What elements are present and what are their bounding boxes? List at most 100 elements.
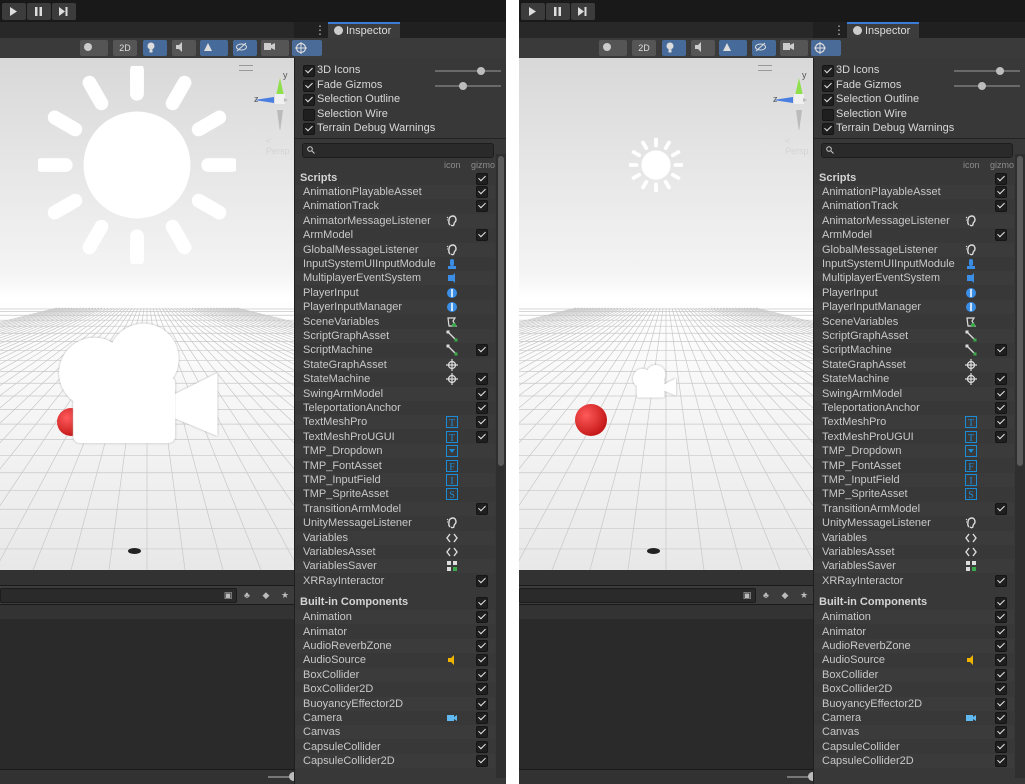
option-slider-track[interactable] [954, 84, 1020, 87]
variables-icon[interactable] [965, 316, 977, 328]
persp-label[interactable]: < Persp [785, 136, 813, 156]
script-row[interactable]: PlayerInputManager [814, 300, 1014, 315]
sun-icon[interactable] [628, 137, 684, 195]
gizmo-checkbox[interactable] [476, 402, 488, 414]
gizmo-search-input[interactable] [821, 143, 1013, 158]
gizmo-checkbox[interactable] [476, 726, 488, 739]
gizmo-checkbox[interactable] [476, 229, 488, 242]
tmp-text-icon[interactable]: T [965, 430, 977, 444]
filter-label-icon[interactable]: ♣ [241, 589, 253, 601]
graph-icon[interactable] [965, 344, 977, 356]
builtin-row[interactable]: CapsuleCollider [814, 740, 1014, 754]
builtin-row[interactable]: BoxCollider2D [295, 682, 495, 696]
script-row[interactable]: TMP_SpriteAsset S [295, 487, 495, 501]
gizmo-checkbox[interactable] [995, 625, 1007, 638]
filter-type-icon[interactable]: ▣ [222, 589, 234, 601]
option-slider-track[interactable] [435, 70, 501, 72]
shading-mode-dropdown[interactable] [80, 40, 108, 56]
script-row[interactable]: TextMeshProUGUI T [814, 430, 1014, 444]
script-row[interactable]: AnimationTrack [814, 199, 1014, 213]
gizmo-list-scrollbar[interactable] [496, 154, 506, 778]
player-input-icon[interactable] [965, 301, 977, 313]
builtin-row[interactable]: Animation [295, 610, 495, 625]
lighting-toggle[interactable] [662, 40, 686, 56]
graph-icon[interactable] [446, 344, 458, 356]
tmp-font-icon[interactable]: F [965, 459, 977, 473]
script-row[interactable]: StateGraphAsset [814, 357, 1014, 372]
gizmo-checkbox[interactable] [995, 668, 1007, 681]
script-row[interactable]: StateMachine [814, 372, 1014, 386]
gizmo-checkbox[interactable] [995, 344, 1007, 357]
effects-dropdown[interactable] [719, 40, 747, 56]
script-row[interactable]: TMP_FontAsset F [295, 459, 495, 473]
gizmo-checkbox[interactable] [476, 430, 488, 443]
builtin-row[interactable]: AudioSource [295, 653, 495, 667]
scrollbar-thumb[interactable] [1017, 156, 1023, 466]
step-button[interactable] [571, 3, 595, 20]
script-row[interactable]: AnimationPlayableAsset [295, 185, 495, 199]
script-row[interactable]: TMP_InputField I [295, 473, 495, 487]
gizmos-dropdown[interactable] [292, 40, 322, 56]
script-row[interactable]: SwingArmModel [295, 386, 495, 401]
option-checkbox[interactable] [303, 79, 315, 92]
builtin-toggle-all[interactable] [995, 597, 1007, 610]
option-slider-knob[interactable] [477, 67, 485, 75]
gizmo-checkbox[interactable] [476, 654, 488, 667]
code-icon[interactable] [965, 546, 977, 558]
camera-settings-dropdown[interactable] [261, 40, 289, 56]
gizmo-checkbox[interactable] [995, 402, 1007, 414]
ear-icon[interactable] [446, 215, 458, 227]
event-system-icon[interactable] [446, 272, 458, 284]
graph-icon[interactable] [965, 330, 977, 342]
project-search-input[interactable] [519, 588, 756, 603]
option-slider-track[interactable] [435, 84, 501, 87]
gizmo-checkbox[interactable] [476, 697, 488, 710]
gizmo-checkbox[interactable] [476, 373, 488, 386]
script-row[interactable]: TransitionArmModel [295, 501, 495, 516]
builtin-row[interactable]: Canvas [295, 725, 495, 740]
script-row[interactable]: TeleportationAnchor [814, 401, 1014, 415]
gizmo-search-input[interactable] [302, 143, 494, 158]
tab-inspector[interactable]: Inspector [847, 22, 919, 38]
gizmo-checkbox[interactable] [476, 712, 488, 724]
more-options-icon[interactable]: ⋮ [833, 23, 845, 37]
gizmo-checkbox[interactable] [476, 344, 488, 357]
script-row[interactable]: XRRayInteractor [814, 574, 1014, 588]
player-input-icon[interactable] [446, 301, 458, 313]
script-row[interactable]: VariablesAsset [814, 545, 1014, 559]
event-system-icon[interactable] [965, 272, 977, 284]
gizmo-checkbox[interactable] [995, 640, 1007, 652]
tmp-font-icon[interactable]: F [446, 459, 458, 473]
tmp-sprite-icon[interactable]: S [446, 488, 458, 501]
gizmo-list-scrollbar[interactable] [1015, 154, 1025, 778]
builtin-row[interactable]: CapsuleCollider [295, 740, 495, 754]
gizmo-checkbox[interactable] [476, 186, 488, 198]
script-row[interactable]: AnimationTrack [295, 199, 495, 213]
script-row[interactable]: PlayerInput [814, 286, 1014, 300]
builtin-row[interactable]: Canvas [814, 725, 1014, 740]
scripts-toggle-all[interactable] [995, 173, 1007, 185]
script-row[interactable]: TMP_Dropdown [814, 444, 1014, 459]
tmp-dropdown-icon[interactable] [446, 445, 458, 458]
gizmo-checkbox[interactable] [995, 654, 1007, 667]
speaker-icon[interactable] [965, 654, 977, 666]
script-row[interactable]: GlobalMessageListener [295, 242, 495, 257]
builtin-row[interactable]: CapsuleCollider2D [295, 754, 495, 769]
script-row[interactable]: VariablesAsset [295, 545, 495, 559]
state-icon[interactable] [446, 358, 458, 371]
tag-icon[interactable]: ◆ [260, 589, 272, 601]
script-row[interactable]: TextMeshProUGUI T [295, 430, 495, 444]
builtin-row[interactable]: Camera [814, 711, 1014, 725]
state-icon[interactable] [965, 373, 977, 386]
scripts-toggle-all[interactable] [476, 173, 488, 185]
gizmo-checkbox[interactable] [476, 574, 488, 587]
script-row[interactable]: Variables [295, 530, 495, 545]
step-button[interactable] [52, 3, 76, 20]
builtin-row[interactable]: AudioReverbZone [814, 639, 1014, 653]
ear-icon[interactable] [965, 215, 977, 227]
gizmo-checkbox[interactable] [476, 200, 488, 213]
gizmo-checkbox[interactable] [995, 430, 1007, 443]
tmp-input-icon[interactable]: I [446, 474, 458, 487]
ear-icon[interactable] [965, 517, 977, 529]
script-row[interactable]: ArmModel [295, 228, 495, 242]
